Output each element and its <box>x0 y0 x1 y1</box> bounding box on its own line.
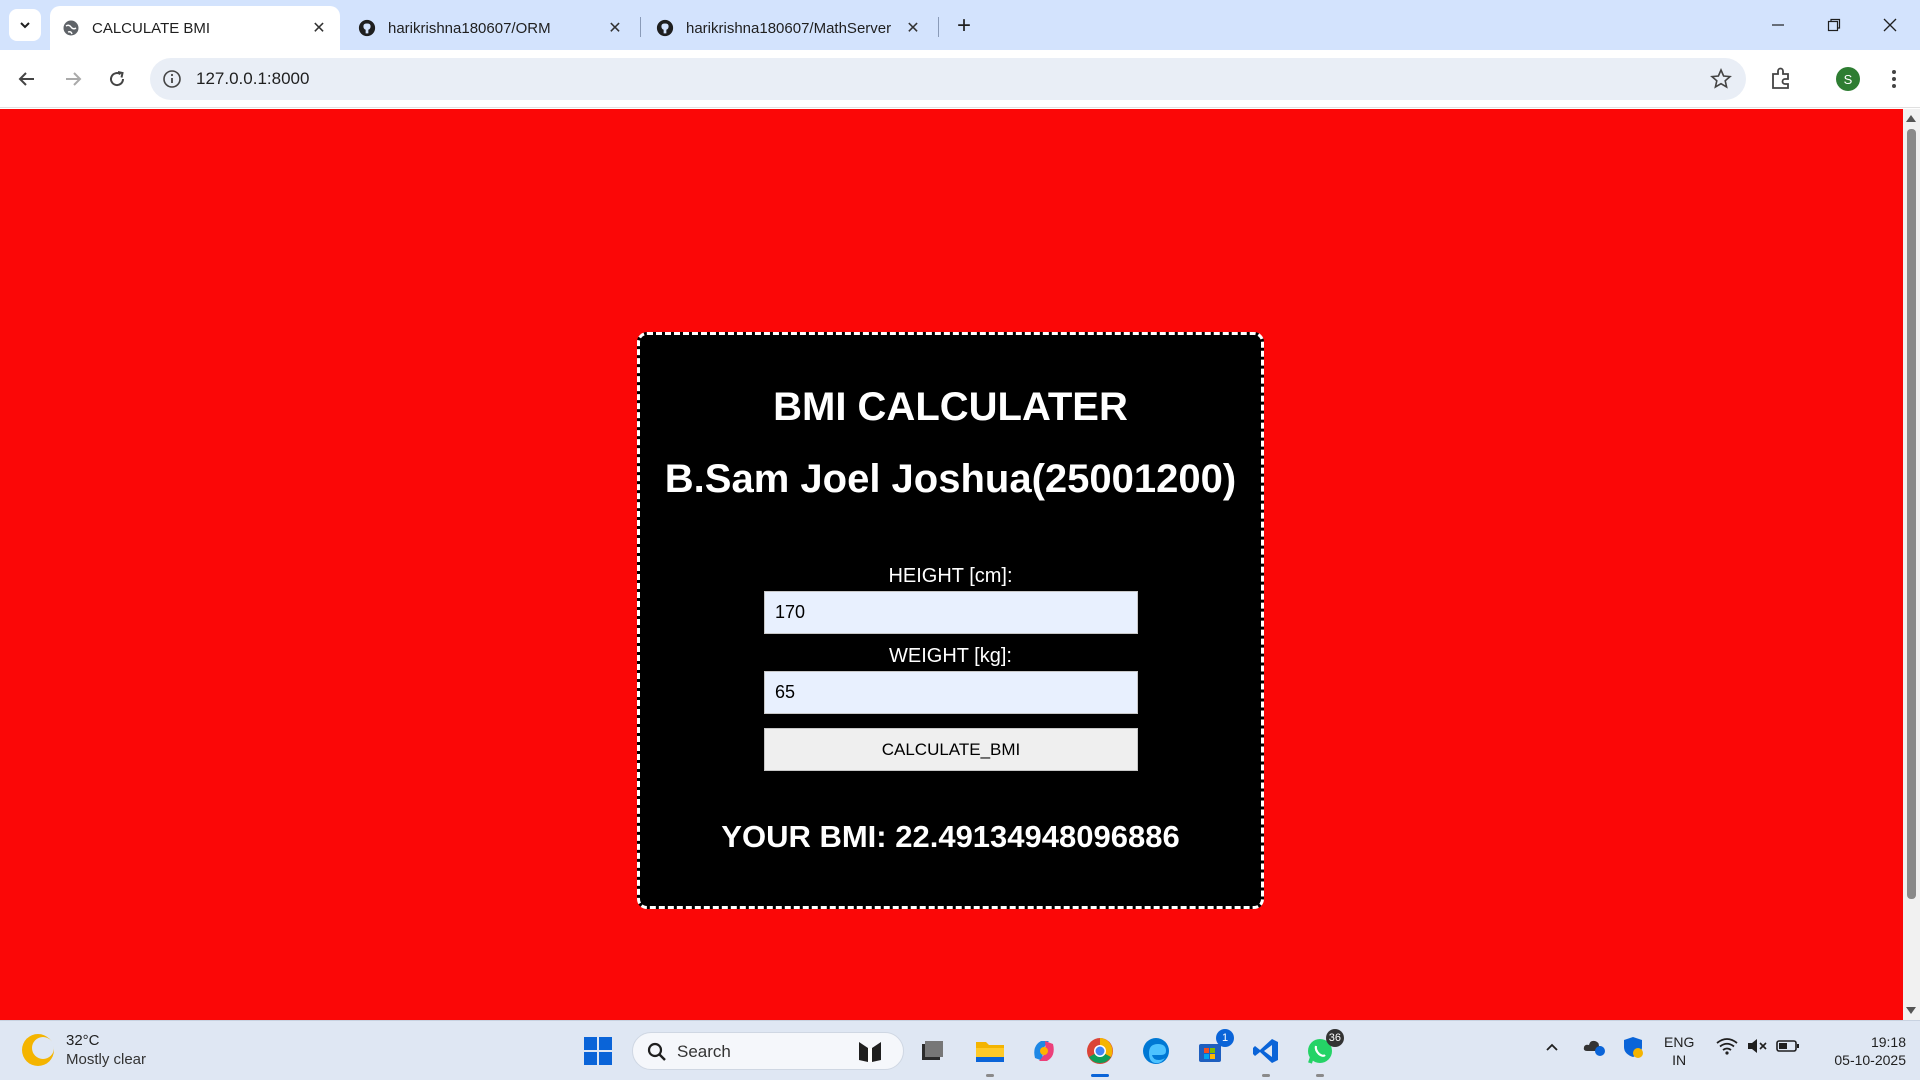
url-text[interactable]: 127.0.0.1:8000 <box>196 69 309 89</box>
chrome-button[interactable] <box>1082 1033 1118 1077</box>
weather-condition: Mostly clear <box>66 1051 147 1068</box>
battery-icon <box>1776 1040 1799 1052</box>
security-tray-button[interactable] <box>1622 1035 1644 1062</box>
weight-label: WEIGHT [kg]: <box>889 645 1012 667</box>
weather-moon-icon <box>22 1034 54 1066</box>
search-label: Search <box>677 1042 731 1061</box>
new-tab-button[interactable]: + <box>950 12 978 40</box>
close-icon <box>1883 18 1897 32</box>
store-button[interactable]: 1 <box>1192 1029 1234 1069</box>
reload-icon <box>110 71 125 87</box>
start-button[interactable] <box>580 1033 616 1069</box>
clock-time: 19:18 <box>1870 1034 1906 1050</box>
tab-title: harikrishna180607/MathServer <box>686 19 892 37</box>
taskbar-search[interactable]: Search <box>632 1032 904 1070</box>
restore-button[interactable] <box>1806 0 1862 50</box>
search-icon <box>647 1042 666 1061</box>
back-button[interactable] <box>10 62 44 96</box>
chevron-down-icon <box>20 22 30 29</box>
tab-mathserver[interactable]: harikrishna180607/MathServer ✕ <box>644 6 934 50</box>
tab-title: CALCULATE BMI <box>92 19 211 37</box>
globe-icon <box>62 19 80 37</box>
calculate-bmi-button[interactable]: CALCULATE_BMI <box>764 728 1138 771</box>
page-title: BMI CALCULATER <box>773 385 1128 429</box>
tab-search-button[interactable] <box>9 9 41 41</box>
minimize-button[interactable] <box>1750 0 1806 50</box>
tab-separator <box>640 17 641 37</box>
edge-button[interactable] <box>1138 1033 1174 1069</box>
taskbar: 32°C Mostly clear Search 1 36 ENG IN 19:… <box>0 1020 1920 1080</box>
address-bar[interactable]: 127.0.0.1:8000 <box>150 58 1746 100</box>
scroll-thumb[interactable] <box>1907 129 1916 899</box>
whatsapp-badge: 36 <box>1325 1029 1344 1047</box>
height-input[interactable]: 170 <box>764 591 1138 634</box>
tab-strip: CALCULATE BMI ✕ harikrishna180607/ORM ✕ … <box>0 0 1920 50</box>
chrome-icon <box>1087 1038 1113 1064</box>
edge-icon <box>1143 1038 1169 1064</box>
shield-icon <box>1624 1037 1643 1058</box>
wifi-icon <box>1716 1038 1738 1055</box>
weather-widget[interactable]: 32°C Mostly clear <box>22 1031 146 1069</box>
system-clock[interactable]: 19:18 05-10-2025 <box>1810 1033 1906 1069</box>
task-view-icon <box>922 1041 943 1060</box>
info-icon[interactable] <box>162 69 182 89</box>
weather-temp: 32°C <box>66 1032 100 1049</box>
arrow-left-icon <box>18 72 34 86</box>
close-tab-icon[interactable]: ✕ <box>310 19 328 37</box>
show-hidden-icons-button[interactable] <box>1544 1039 1560 1058</box>
page-viewport: BMI CALCULATER B.Sam Joel Joshua(2500120… <box>0 109 1903 1020</box>
minimize-icon <box>1772 24 1784 26</box>
profile-avatar[interactable]: S <box>1836 67 1860 91</box>
tab-calculate-bmi[interactable]: CALCULATE BMI ✕ <box>50 6 340 50</box>
bmi-result: YOUR BMI: 22.49134948096886 <box>721 819 1180 854</box>
file-explorer-button[interactable] <box>972 1033 1008 1077</box>
folder-icon <box>976 1042 1004 1062</box>
whatsapp-button[interactable]: 36 <box>1302 1029 1344 1077</box>
close-tab-icon[interactable]: ✕ <box>606 19 624 37</box>
github-icon <box>656 19 674 37</box>
battery-tray-button[interactable] <box>1776 1038 1800 1057</box>
scroll-down-arrow[interactable] <box>1906 1007 1916 1014</box>
language-region: IN <box>1672 1052 1687 1068</box>
speaker-muted-icon <box>1748 1039 1767 1053</box>
tab-separator <box>938 17 939 37</box>
bmi-card: BMI CALCULATER B.Sam Joel Joshua(2500120… <box>637 332 1264 909</box>
reload-button[interactable] <box>100 62 134 96</box>
store-badge: 1 <box>1216 1029 1234 1047</box>
tab-title: harikrishna180607/ORM <box>388 19 551 37</box>
height-label: HEIGHT [cm]: <box>888 565 1013 587</box>
close-tab-icon[interactable]: ✕ <box>904 19 922 37</box>
restore-icon <box>1827 18 1841 32</box>
browser-toolbar: 127.0.0.1:8000 S <box>0 50 1920 108</box>
cloud-icon <box>1583 1040 1605 1056</box>
browser-menu-button[interactable] <box>1884 66 1904 92</box>
task-view-button[interactable] <box>914 1033 950 1069</box>
language-indicator[interactable]: ENG IN <box>1664 1033 1694 1069</box>
search-highlight-icon <box>859 1042 881 1062</box>
arrow-right-icon <box>66 72 82 86</box>
wifi-tray-button[interactable] <box>1716 1037 1738 1058</box>
volume-tray-button[interactable] <box>1746 1037 1768 1058</box>
github-icon <box>358 19 376 37</box>
vscode-icon <box>1253 1039 1278 1063</box>
clock-date: 05-10-2025 <box>1834 1052 1906 1068</box>
forward-button[interactable] <box>56 62 90 96</box>
extensions-icon[interactable] <box>1768 66 1794 92</box>
page-scrollbar[interactable] <box>1903 109 1920 1020</box>
vscode-button[interactable] <box>1248 1033 1284 1077</box>
onedrive-tray-button[interactable] <box>1582 1035 1606 1060</box>
copilot-button[interactable] <box>1026 1033 1062 1069</box>
copilot-icon <box>1034 1041 1054 1061</box>
windows-icon <box>584 1037 612 1065</box>
author-name: B.Sam Joel Joshua(25001200) <box>664 457 1237 501</box>
language-code: ENG <box>1664 1034 1695 1050</box>
close-window-button[interactable] <box>1862 0 1918 50</box>
chevron-up-icon <box>1546 1043 1558 1051</box>
weight-input[interactable]: 65 <box>764 671 1138 714</box>
scroll-up-arrow[interactable] <box>1906 115 1916 122</box>
bookmark-star-icon[interactable] <box>1710 68 1732 90</box>
tab-orm[interactable]: harikrishna180607/ORM ✕ <box>346 6 636 50</box>
